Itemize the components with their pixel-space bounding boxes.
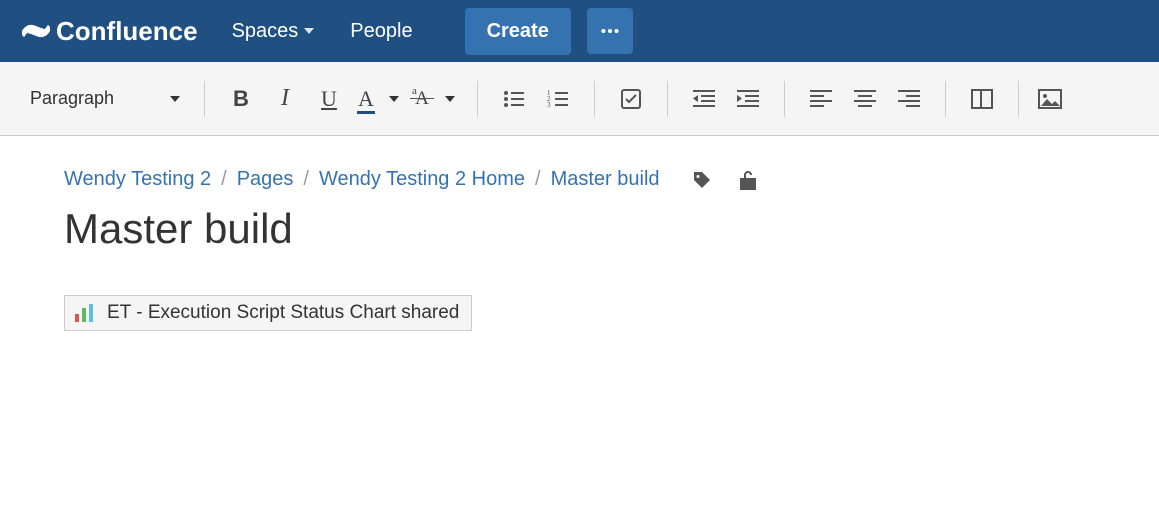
caret-down-icon [389,96,399,102]
align-right-button[interactable] [887,79,931,119]
align-left-button[interactable] [799,79,843,119]
page-content: Wendy Testing 2 / Pages / Wendy Testing … [0,136,1159,363]
more-menu-button[interactable] [587,8,633,54]
bullet-list-icon [503,89,525,109]
bold-button[interactable]: B [219,79,263,119]
superscript-a: a [412,85,417,97]
page-layout-icon [971,89,993,109]
text-color-dropdown[interactable] [381,96,407,102]
page-layout-button[interactable] [960,79,1004,119]
brand-name: Confluence [56,16,198,47]
nav-spaces-label: Spaces [232,20,299,43]
create-button[interactable]: Create [465,8,571,55]
italic-button[interactable]: I [263,79,307,119]
toolbar-divider [667,81,668,117]
macro-label: ET - Execution Script Status Chart share… [107,302,459,324]
bullet-list-button[interactable] [492,79,536,119]
caret-down-icon [445,96,455,102]
svg-text:3: 3 [547,101,551,109]
breadcrumb-separator: / [303,168,309,191]
numbered-list-button[interactable]: 123 [536,79,580,119]
outdent-button[interactable] [682,79,726,119]
align-right-icon [898,90,920,108]
indent-icon [737,90,759,108]
strikethrough-line-icon [410,98,434,100]
ellipsis-icon [601,28,619,34]
more-formatting-button[interactable]: a A [407,79,437,119]
format-toolbar: Paragraph B I U A a A 123 [0,62,1159,136]
macro-placeholder[interactable]: ET - Execution Script Status Chart share… [64,295,472,331]
breadcrumb-link[interactable]: Wendy Testing 2 Home [319,168,525,191]
checkbox-icon [620,88,642,110]
text-color-button[interactable]: A [351,79,381,119]
caret-down-icon [304,28,314,34]
nav-people[interactable]: People [338,14,424,49]
breadcrumb-separator: / [221,168,227,191]
top-nav: Confluence Spaces People Create [0,0,1159,62]
nav-spaces[interactable]: Spaces [220,14,327,49]
text-color-letter: A [358,86,374,112]
indent-button[interactable] [726,79,770,119]
toolbar-divider [945,81,946,117]
more-formatting-dropdown[interactable] [437,96,463,102]
outdent-icon [693,90,715,108]
toolbar-divider [1018,81,1019,117]
align-left-icon [810,90,832,108]
unlock-icon[interactable] [738,169,758,191]
numbered-list-icon: 123 [547,89,569,109]
text-color-swatch [357,111,375,114]
toolbar-divider [204,81,205,117]
underline-button[interactable]: U [307,79,351,119]
task-list-button[interactable] [609,79,653,119]
breadcrumb-link[interactable]: Master build [551,168,660,191]
paragraph-style-select[interactable]: Paragraph [20,79,190,119]
toolbar-divider [784,81,785,117]
page-title: Master build [64,205,1095,253]
chart-icon [73,302,99,324]
breadcrumb-link[interactable]: Pages [237,168,294,191]
breadcrumb-link[interactable]: Wendy Testing 2 [64,168,211,191]
align-center-icon [854,90,876,108]
insert-files-button[interactable] [1033,79,1067,119]
breadcrumb-separator: / [535,168,541,191]
image-icon [1038,89,1062,109]
labels-icon[interactable] [692,170,712,190]
breadcrumb: Wendy Testing 2 / Pages / Wendy Testing … [64,168,1095,191]
caret-down-icon [170,96,180,102]
align-center-button[interactable] [843,79,887,119]
toolbar-divider [594,81,595,117]
nav-people-label: People [350,20,412,43]
confluence-logo-icon [22,17,50,45]
paragraph-style-label: Paragraph [30,88,114,109]
toolbar-divider [477,81,478,117]
confluence-logo[interactable]: Confluence [22,16,198,47]
